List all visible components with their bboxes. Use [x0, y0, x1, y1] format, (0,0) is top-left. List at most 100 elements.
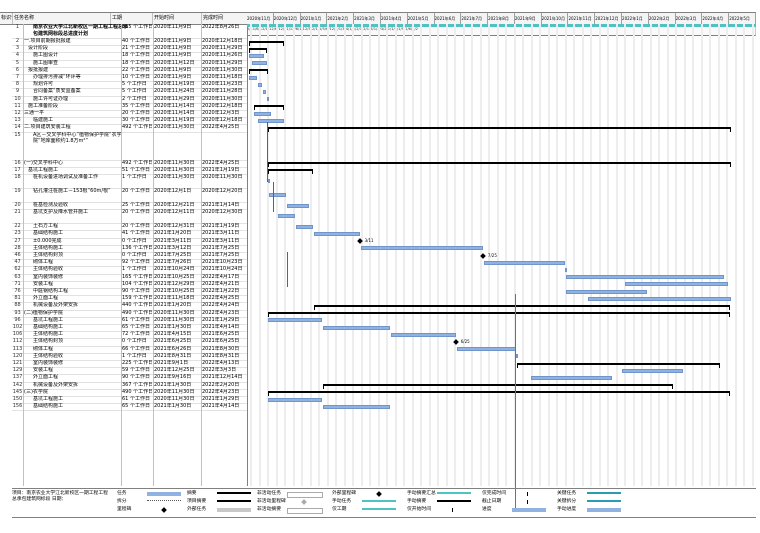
summary-bar[interactable] [268, 162, 732, 168]
cell-end[interactable]: 2021年7月25日 [202, 252, 247, 259]
cell-dur[interactable]: 1 个工作日 [122, 353, 152, 360]
task-bar[interactable] [268, 318, 323, 323]
cell-dur[interactable]: 5 个工作日 [122, 88, 152, 95]
task-bar[interactable] [296, 224, 314, 229]
cell-name[interactable]: 机械设备及外架安拆 [24, 302, 129, 309]
cell-name[interactable]: 外立面工程 [24, 295, 129, 302]
cell-start[interactable]: 2021年11月18日 [154, 295, 200, 302]
cell-start[interactable]: 2020年11月14日 [154, 110, 200, 117]
cell-name[interactable]: 施工图设计 [24, 52, 129, 59]
cell-dur[interactable]: 0 个工作日 [122, 238, 152, 245]
cell-start[interactable]: 2020年11月9日 [154, 38, 200, 45]
cell-start[interactable]: 2020年11月30日 [154, 310, 200, 317]
cell-dur[interactable]: 2 个工作日 [122, 96, 152, 103]
cell-start[interactable]: 2020年12月11日 [154, 209, 200, 216]
cell-end[interactable]: 2020年12月18日 [202, 38, 247, 45]
cell-start[interactable]: 2020年12月21日 [154, 202, 200, 209]
cell-start[interactable]: 2020年11月30日 [154, 317, 200, 324]
cell-name[interactable]: 二.项目建筑安装工程 [24, 124, 120, 131]
task-bar[interactable] [278, 214, 296, 219]
cell-end[interactable]: 2021年12月14日 [202, 374, 247, 381]
cell-dur[interactable]: 35 个工作日 [122, 103, 152, 110]
task-bar[interactable] [251, 61, 268, 66]
cell-end[interactable]: 2021年8月30日 [202, 346, 247, 353]
cell-end[interactable]: 2020年11月30日 [202, 174, 247, 181]
cell-dur[interactable]: 10 个工作日 [122, 74, 152, 81]
cell-end[interactable]: 2020年11月26日 [202, 52, 247, 59]
cell-name[interactable]: 基坑工程施工 [24, 317, 129, 324]
summary-bar[interactable] [268, 127, 732, 132]
cell-start[interactable]: 2020年12月31日 [154, 223, 200, 230]
cell-dur[interactable]: 104 个工作日 [122, 281, 152, 288]
cell-dur[interactable]: 440 个工作日 [122, 302, 152, 309]
cell-dur[interactable]: 59 个工作日 [122, 367, 152, 374]
task-bar[interactable] [253, 111, 271, 116]
cell-dur[interactable]: 21 个工作日 [122, 45, 152, 52]
cell-start[interactable]: 2021年1月30日 [154, 324, 200, 331]
task-bar[interactable] [287, 203, 309, 208]
table-row[interactable]: 19 钻孔灌注桩施工－153根“60m/根” 20 个工作日 2020年12月1日 20… [12, 188, 247, 203]
cell-name[interactable]: 主体结构验收 [24, 266, 129, 273]
cell-name[interactable]: 砌体工程 [24, 346, 129, 353]
task-bar[interactable] [456, 347, 516, 352]
task-bar[interactable] [249, 54, 265, 58]
header-duration[interactable]: 工期 [110, 13, 143, 24]
cell-dur[interactable]: 92 个工作日 [122, 259, 152, 266]
task-bar[interactable] [249, 75, 258, 80]
cell-end[interactable]: 2021年8月31日 [202, 353, 247, 360]
cell-name[interactable]: 主体结构施工 [24, 245, 129, 252]
cell-end[interactable]: 2020年12月30日 [202, 209, 247, 216]
cell-end[interactable]: 2022年4月25日 [202, 124, 247, 131]
cell-start[interactable]: 2020年11月9日 [154, 24, 200, 31]
cell-dur[interactable]: 90 个工作日 [122, 374, 152, 381]
summary-bar[interactable] [268, 169, 314, 175]
summary-bar[interactable] [314, 305, 731, 310]
cell-start[interactable]: 2020年11月19日 [154, 81, 200, 88]
cell-name[interactable]: 主体结构封顶 [24, 338, 129, 345]
cell-name[interactable]: 桩机设备进场调试及准备工作 [24, 174, 129, 181]
cell-start[interactable]: 2021年9月16日 [154, 374, 200, 381]
cell-end[interactable]: 2022年4月21日 [202, 281, 247, 288]
cell-name[interactable]: 中庭钢结构工程 [24, 288, 129, 295]
task-bar[interactable] [625, 282, 728, 287]
cell-start[interactable]: 2020年11月9日 [154, 67, 200, 74]
cell-end[interactable]: 2021年6月25日 [202, 338, 247, 345]
cell-dur[interactable]: 65 个工作日 [122, 324, 152, 331]
cell-name[interactable]: 土石方工程 [24, 223, 129, 230]
summary-bar[interactable] [249, 47, 268, 53]
task-bar[interactable] [258, 82, 262, 87]
table-row[interactable]: 15 A区－交叉学科中心“植物保护学院“农学院“地库面积约1.8万m²” [12, 132, 247, 161]
cell-start[interactable]: 2021年1月20日 [154, 302, 200, 309]
cell-end[interactable]: 2021年3月11日 [202, 230, 247, 237]
cell-name[interactable]: 基础结构施工 [24, 403, 129, 410]
header-finish[interactable]: 完成时间 [201, 13, 248, 24]
cell-name[interactable]: 设计阶段 [24, 45, 124, 52]
cell-end[interactable]: 2022年3月3日 [202, 367, 247, 374]
cell-start[interactable]: 2020年11月12日 [154, 60, 200, 67]
cell-name[interactable]: 钻孔灌注桩施工－153根“60m/根” [24, 188, 129, 195]
cell-dur[interactable]: 5 个工作日 [122, 81, 152, 88]
cell-start[interactable]: 2020年12月1日 [154, 188, 200, 195]
cell-end[interactable]: 2020年11月28日 [202, 88, 247, 95]
cell-dur[interactable]: 655 个工作日 [122, 24, 152, 31]
cell-dur[interactable]: 61 个工作日 [122, 317, 152, 324]
cell-end[interactable]: 2022年4月23日 [202, 389, 247, 396]
cell-dur[interactable]: 40 个工作日 [122, 38, 152, 45]
task-bar[interactable] [258, 118, 285, 123]
cell-end[interactable]: 2021年1月14日 [202, 202, 247, 209]
cell-start[interactable]: 2021年12月25日 [154, 367, 200, 374]
cell-end[interactable]: 2020年12月20日 [202, 188, 247, 195]
cell-name[interactable]: 室内装饰装修 [24, 360, 129, 367]
cell-start[interactable]: 2020年11月9日 [154, 52, 200, 59]
cell-end[interactable]: 2020年11月18日 [202, 74, 247, 81]
cell-start[interactable]: 2021年12月29日 [154, 281, 200, 288]
cell-dur[interactable]: 490 个工作日 [122, 310, 152, 317]
cell-end[interactable]: 2021年1月19日 [202, 223, 247, 230]
task-bar[interactable] [621, 368, 684, 373]
cell-start[interactable]: 2021年1月30日 [154, 403, 200, 410]
cell-start[interactable]: 2020年11月30日 [154, 160, 200, 167]
cell-start[interactable]: 2021年1月30日 [154, 382, 200, 389]
task-bar[interactable] [588, 296, 732, 301]
table-row[interactable]: 156 基础结构施工 65 个工作日 2021年1月30日 2021年4月14日 [12, 403, 247, 412]
cell-end[interactable]: 2022年4月25日 [202, 160, 247, 167]
